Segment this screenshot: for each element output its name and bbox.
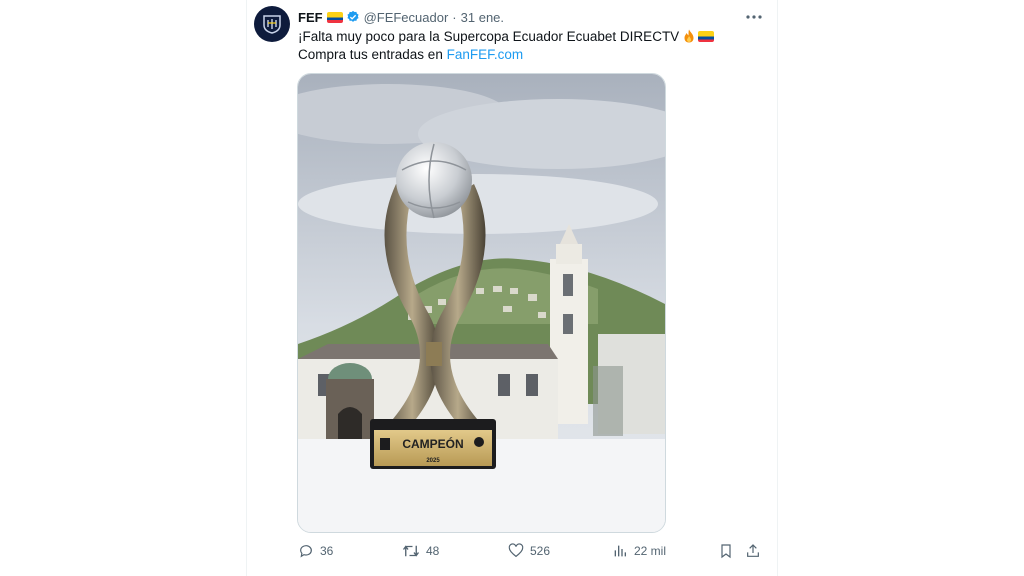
separator-dot: · bbox=[452, 9, 457, 25]
verified-badge-icon bbox=[346, 10, 360, 24]
avatar[interactable] bbox=[254, 6, 290, 42]
ecuador-flag-icon bbox=[698, 31, 715, 42]
retweet-icon bbox=[402, 545, 420, 557]
like-count: 526 bbox=[530, 544, 551, 558]
share-icon bbox=[747, 544, 759, 557]
share-button[interactable] bbox=[745, 541, 761, 561]
author-handle[interactable]: @FEFecuador bbox=[364, 10, 449, 25]
tweet-header: FEF @FEFecuador · 31 ene. bbox=[298, 8, 504, 26]
tweet-date[interactable]: 31 ene. bbox=[461, 10, 504, 25]
heart-icon bbox=[508, 543, 524, 558]
tweet-actions: 36 48 526 22 mil bbox=[298, 541, 768, 561]
reply-icon bbox=[300, 545, 312, 558]
tweet-line-1: ¡Falta muy poco para la Supercopa Ecuado… bbox=[298, 29, 680, 44]
retweet-count: 48 bbox=[426, 544, 440, 558]
reply-button[interactable]: 36 bbox=[298, 541, 333, 561]
retweet-button[interactable]: 48 bbox=[402, 541, 439, 561]
fanfef-link[interactable]: FanFEF.com bbox=[447, 47, 524, 62]
bookmark-button[interactable] bbox=[718, 541, 734, 561]
tweet-line-2: Compra tus entradas en bbox=[298, 47, 447, 62]
fire-emoji-icon bbox=[684, 29, 694, 43]
more-dots-icon bbox=[746, 15, 762, 19]
tweet-text: ¡Falta muy poco para la Supercopa Ecuado… bbox=[298, 28, 758, 64]
fef-shield-icon bbox=[263, 15, 281, 34]
view-count: 22 mil bbox=[634, 544, 667, 558]
views-button[interactable]: 22 mil bbox=[612, 541, 666, 561]
ecuador-flag-icon bbox=[326, 11, 343, 23]
tweet-photo[interactable]: CAMPEÓN 2025 bbox=[297, 73, 666, 533]
trophy-photo: CAMPEÓN 2025 bbox=[298, 74, 665, 532]
bookmark-icon bbox=[721, 544, 731, 559]
views-chart-icon bbox=[614, 545, 626, 557]
author-name[interactable]: FEF bbox=[298, 10, 323, 25]
plaque-title: CAMPEÓN bbox=[402, 436, 463, 451]
reply-count: 36 bbox=[320, 544, 334, 558]
more-options-button[interactable] bbox=[744, 8, 764, 26]
like-button[interactable]: 526 bbox=[508, 541, 550, 561]
plaque-year: 2025 bbox=[426, 458, 440, 464]
